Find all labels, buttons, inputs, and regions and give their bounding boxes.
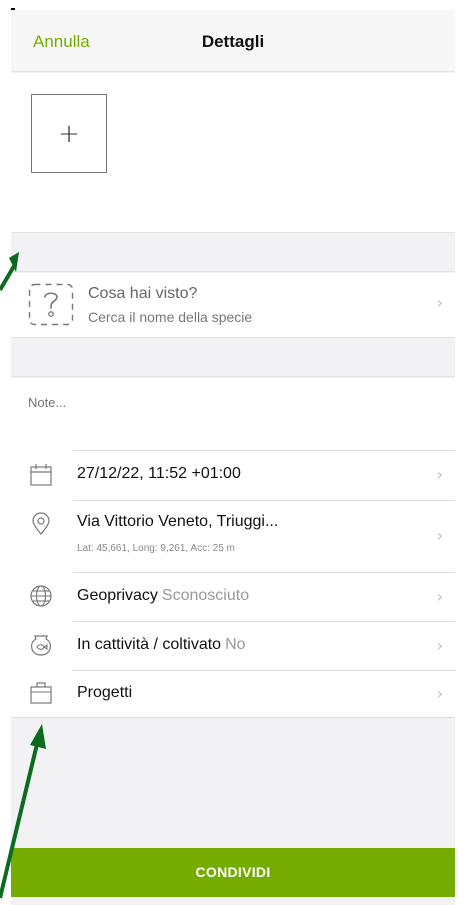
geoprivacy-label: Geoprivacy Sconosciuto xyxy=(77,587,249,605)
share-button[interactable]: CONDIVIDI xyxy=(11,848,455,897)
plus-icon: + xyxy=(58,118,80,149)
section-spacer xyxy=(11,232,455,272)
chevron-right-icon: › xyxy=(436,465,443,484)
date-label: 27/12/22, 11:52 +01:00 xyxy=(77,465,241,482)
captive-row[interactable]: In cattività / coltivato No › xyxy=(11,621,455,670)
chevron-right-icon: › xyxy=(436,684,443,703)
notes-section xyxy=(11,378,455,450)
fishbowl-icon xyxy=(31,635,51,656)
notes-input[interactable] xyxy=(28,395,428,410)
page-title: Dettagli xyxy=(201,32,265,51)
location-row[interactable]: Via Vittorio Veneto, Triuggi... Lat: 45,… xyxy=(11,500,455,572)
section-spacer xyxy=(11,337,455,377)
add-photo-button[interactable]: + xyxy=(31,94,107,173)
date-row[interactable]: 27/12/22, 11:52 +01:00 › xyxy=(11,450,455,500)
briefcase-icon xyxy=(30,682,52,704)
captive-text: In cattività / coltivato xyxy=(77,636,222,653)
chevron-right-icon: › xyxy=(436,526,443,545)
unknown-species-icon xyxy=(28,283,74,326)
row-divider xyxy=(73,450,455,451)
captive-value: No xyxy=(225,636,246,653)
location-label: Via Vittorio Veneto, Triuggi... xyxy=(77,513,279,530)
row-divider xyxy=(73,670,455,671)
location-coordinates: Lat: 45,661, Long: 9,261, Acc: 25 m xyxy=(77,543,235,554)
row-divider xyxy=(73,500,455,501)
geoprivacy-value: Sconosciuto xyxy=(161,587,250,604)
nav-bar: Annulla Dettagli xyxy=(11,10,455,72)
phone-screen: Annulla Dettagli + Cosa hai visto? Cerca… xyxy=(11,10,455,905)
chevron-right-icon: › xyxy=(436,587,443,606)
projects-label: Progetti xyxy=(77,684,133,701)
calendar-icon xyxy=(30,464,52,486)
species-search-row[interactable]: Cosa hai visto? Cerca il nome della spec… xyxy=(11,273,455,337)
geoprivacy-text: Geoprivacy xyxy=(77,587,158,604)
globe-icon xyxy=(30,585,52,607)
row-divider xyxy=(73,621,455,622)
captive-label: In cattività / coltivato No xyxy=(77,636,246,654)
chevron-right-icon: › xyxy=(436,293,443,312)
species-title: Cosa hai visto? xyxy=(88,285,198,302)
photo-section: + xyxy=(11,73,455,232)
details-list: 27/12/22, 11:52 +01:00 › Via Vittorio Ve… xyxy=(11,450,455,718)
location-pin-icon xyxy=(32,512,50,535)
projects-row[interactable]: Progetti › xyxy=(11,670,455,717)
row-divider xyxy=(73,572,455,573)
geoprivacy-row[interactable]: Geoprivacy Sconosciuto › xyxy=(11,572,455,621)
chevron-right-icon: › xyxy=(436,636,443,655)
species-subtitle: Cerca il nome della specie xyxy=(88,309,253,325)
